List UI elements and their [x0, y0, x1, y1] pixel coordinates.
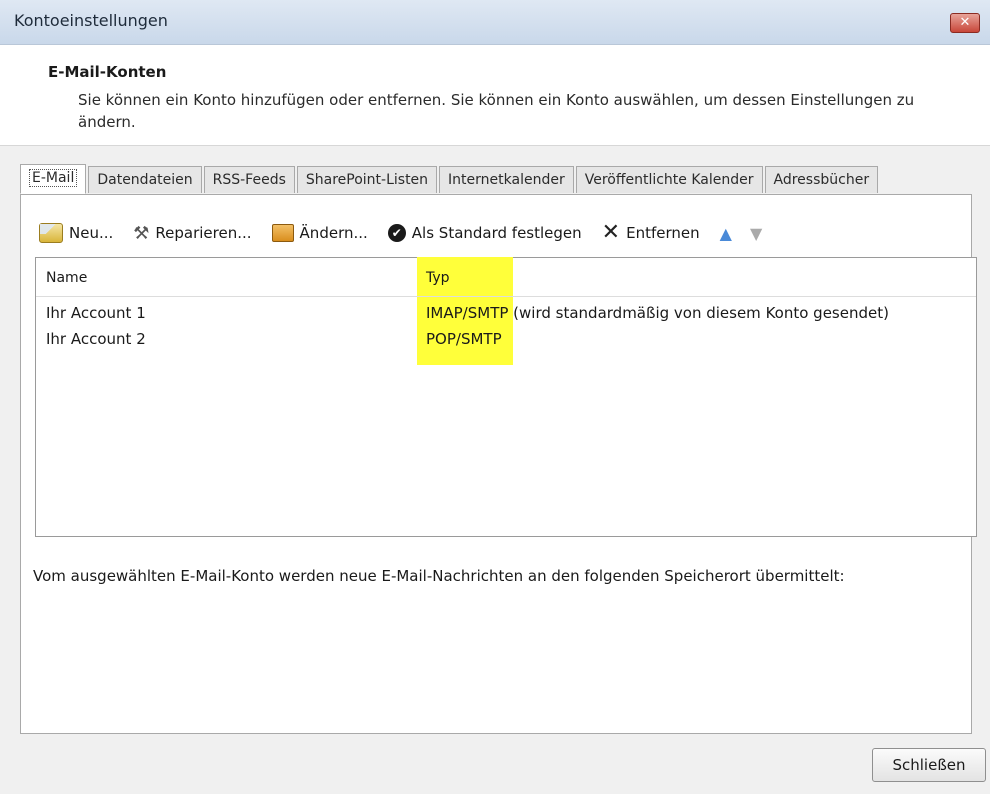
remove-button[interactable]: ✕ Entfernen: [601, 220, 700, 245]
tab-address-books[interactable]: Adressbücher: [764, 166, 879, 193]
column-header-name[interactable]: Name: [46, 270, 87, 286]
set-default-button[interactable]: ✔ Als Standard festlegen: [387, 224, 582, 242]
account-type-note: (wird standardmäßig von diesem Konto ges…: [508, 304, 889, 322]
tab-email[interactable]: E-Mail: [20, 164, 87, 194]
email-tab-panel: Neu... ⚒ Reparieren... Ändern... ✔ Als S…: [20, 194, 977, 734]
set-default-label: Als Standard festlegen: [411, 224, 582, 242]
change-label: Ändern...: [299, 224, 368, 242]
window-close-button[interactable]: ✕: [950, 13, 980, 33]
header-panel: E-Mail-Konten Sie können ein Konto hinzu…: [0, 45, 990, 146]
account-type: IMAP/SMTP (wird standardmäßig von diesem…: [426, 304, 889, 322]
window-title: Kontoeinstellungen: [14, 11, 168, 30]
repair-label: Reparieren...: [155, 224, 252, 242]
tab-rss-feeds[interactable]: RSS-Feeds: [203, 166, 295, 193]
move-up-arrow-icon[interactable]: ▲: [720, 224, 732, 243]
account-toolbar: Neu... ⚒ Reparieren... Ändern... ✔ Als S…: [39, 219, 762, 247]
account-row[interactable]: Ihr Account 2 POP/SMTP: [36, 326, 976, 352]
tab-sharepoint-lists[interactable]: SharePoint-Listen: [296, 166, 438, 193]
change-icon: [271, 224, 294, 242]
new-mail-icon: [39, 223, 63, 243]
tab-data-files[interactable]: Datendateien: [88, 166, 202, 193]
title-bar: Kontoeinstellungen ✕: [0, 0, 990, 45]
tab-internet-calendars[interactable]: Internetkalender: [439, 166, 574, 193]
account-type-value: POP/SMTP: [426, 330, 502, 348]
account-name: Ihr Account 2: [46, 330, 146, 348]
new-label: Neu...: [69, 224, 114, 242]
account-settings-dialog: Kontoeinstellungen ✕ E-Mail-Konten Sie k…: [0, 0, 990, 794]
change-button[interactable]: Ändern...: [271, 224, 368, 242]
tools-icon: ⚒: [133, 222, 150, 244]
account-row[interactable]: Ihr Account 1 IMAP/SMTP (wird standardmä…: [36, 300, 976, 326]
column-header-type[interactable]: Typ: [426, 270, 450, 286]
section-title: E-Mail-Konten: [48, 63, 167, 81]
account-type-value: IMAP/SMTP: [426, 304, 509, 322]
list-header: Name Typ: [36, 258, 976, 297]
new-account-button[interactable]: Neu...: [39, 223, 113, 243]
close-button[interactable]: Schließen: [872, 748, 986, 782]
account-list[interactable]: Name Typ Ihr Account 1 IMAP/SMTP (wird s…: [35, 257, 977, 537]
remove-label: Entfernen: [626, 224, 700, 242]
delivery-location-text: Vom ausgewählten E-Mail-Konto werden neu…: [33, 567, 845, 585]
remove-x-icon: ✕: [601, 220, 621, 245]
account-name: Ihr Account 1: [46, 304, 146, 322]
move-down-arrow-icon[interactable]: ▼: [750, 224, 762, 243]
repair-button[interactable]: ⚒ Reparieren...: [133, 223, 251, 244]
section-description: Sie können ein Konto hinzufügen oder ent…: [78, 91, 915, 131]
checkmark-icon: ✔: [387, 224, 406, 242]
account-type: POP/SMTP: [426, 330, 502, 348]
tab-published-calendars[interactable]: Veröffentlichte Kalender: [575, 166, 763, 193]
tab-strip: E-Mail Datendateien RSS-Feeds SharePoint…: [20, 164, 880, 194]
